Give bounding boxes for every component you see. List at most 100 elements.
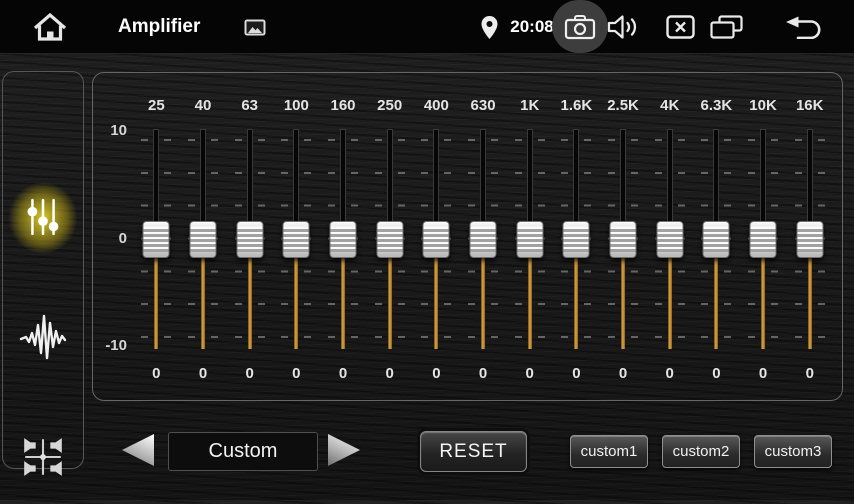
band-freq-label: 25 — [133, 97, 180, 114]
eq-band: 2.5K 0 — [600, 73, 647, 400]
eq-slider[interactable] — [373, 129, 407, 349]
eq-slider[interactable] — [279, 129, 313, 349]
home-button[interactable] — [30, 11, 70, 42]
eq-slider-knob[interactable] — [750, 221, 777, 258]
status-bar: Amplifier 20:08 — [0, 0, 854, 54]
eq-band: 100 0 — [273, 73, 320, 400]
eq-slider[interactable] — [793, 129, 827, 349]
eq-band: 160 0 — [320, 73, 367, 400]
band-value-label: 0 — [553, 365, 600, 382]
eq-slider[interactable] — [326, 129, 360, 349]
band-value-label: 0 — [600, 365, 647, 382]
band-freq-label: 400 — [413, 97, 460, 114]
sidebar-item-equalizer[interactable] — [3, 172, 83, 264]
gain-scale: 10 0 -10 — [93, 73, 133, 400]
scale-label-zero: 0 — [93, 230, 127, 248]
eq-slider-knob[interactable] — [796, 221, 823, 258]
eq-slider[interactable] — [559, 129, 593, 349]
eq-slider[interactable] — [513, 129, 547, 349]
eq-band: 6.3K 0 — [693, 73, 740, 400]
eq-slider-knob[interactable] — [563, 221, 590, 258]
band-value-label: 0 — [366, 365, 413, 382]
wallpaper-button[interactable] — [243, 19, 267, 36]
band-freq-label: 40 — [180, 97, 227, 114]
eq-slider[interactable] — [653, 129, 687, 349]
eq-slider-knob[interactable] — [610, 221, 637, 258]
close-app-button[interactable] — [665, 15, 695, 39]
band-freq-label: 1K — [506, 97, 553, 114]
band-freq-label: 2.5K — [600, 97, 647, 114]
eq-band: 4K 0 — [646, 73, 693, 400]
eq-slider-knob[interactable] — [516, 221, 543, 258]
eq-band: 16K 0 — [786, 73, 833, 400]
back-button[interactable] — [784, 16, 824, 39]
band-value-label: 0 — [180, 365, 227, 382]
band-value-label: 0 — [320, 365, 367, 382]
preset-selector[interactable]: Custom — [168, 432, 318, 471]
custom2-preset-button[interactable]: custom2 — [662, 435, 740, 468]
band-value-label: 0 — [506, 365, 553, 382]
eq-band: 400 0 — [413, 73, 460, 400]
eq-bands: 25 0 40 0 63 — [133, 73, 833, 400]
eq-slider-knob[interactable] — [470, 221, 497, 258]
scale-label-min: -10 — [93, 337, 127, 355]
band-freq-label: 16K — [786, 97, 833, 114]
volume-button[interactable] — [606, 15, 642, 39]
eq-band: 1K 0 — [506, 73, 553, 400]
band-value-label: 0 — [646, 365, 693, 382]
band-value-label: 0 — [786, 365, 833, 382]
eq-slider[interactable] — [699, 129, 733, 349]
speaker-balance-icon — [20, 434, 66, 483]
eq-band: 63 0 — [226, 73, 273, 400]
eq-slider[interactable] — [186, 129, 220, 349]
eq-slider-knob[interactable] — [423, 221, 450, 258]
eq-band: 630 0 — [460, 73, 507, 400]
gallery-icon — [244, 19, 266, 36]
equalizer-panel: 10 0 -10 25 0 40 0 63 — [92, 72, 843, 401]
sidebar-item-sound-effect[interactable] — [3, 292, 83, 384]
band-freq-label: 63 — [226, 97, 273, 114]
eq-slider-knob[interactable] — [703, 221, 730, 258]
preset-next-button[interactable] — [328, 434, 360, 466]
recent-apps-icon — [710, 15, 743, 39]
eq-slider-knob[interactable] — [190, 221, 217, 258]
eq-slider-knob[interactable] — [330, 221, 357, 258]
eq-slider[interactable] — [139, 129, 173, 349]
eq-band: 40 0 — [180, 73, 227, 400]
scale-label-max: 10 — [93, 122, 127, 140]
eq-band: 25 0 — [133, 73, 180, 400]
equalizer-sliders-icon — [25, 198, 61, 239]
custom1-preset-button[interactable]: custom1 — [570, 435, 648, 468]
close-icon — [666, 15, 695, 39]
band-freq-label: 100 — [273, 97, 320, 114]
eq-slider-knob[interactable] — [283, 221, 310, 258]
custom3-preset-button[interactable]: custom3 — [754, 435, 832, 468]
band-value-label: 0 — [740, 365, 787, 382]
eq-slider-knob[interactable] — [236, 221, 263, 258]
band-freq-label: 1.6K — [553, 97, 600, 114]
page-title: Amplifier — [118, 0, 200, 53]
recent-apps-button[interactable] — [709, 15, 743, 39]
eq-slider-knob[interactable] — [656, 221, 683, 258]
reset-button[interactable]: RESET — [420, 431, 527, 472]
band-freq-label: 160 — [320, 97, 367, 114]
band-freq-label: 4K — [646, 97, 693, 114]
band-value-label: 0 — [413, 365, 460, 382]
eq-slider[interactable] — [746, 129, 780, 349]
eq-slider[interactable] — [233, 129, 267, 349]
sidebar-item-speaker-balance[interactable] — [3, 412, 83, 504]
back-icon — [785, 16, 824, 39]
band-freq-label: 630 — [460, 97, 507, 114]
eq-band: 1.6K 0 — [553, 73, 600, 400]
eq-slider[interactable] — [419, 129, 453, 349]
volume-icon — [607, 15, 641, 39]
eq-slider[interactable] — [466, 129, 500, 349]
preset-prev-button[interactable] — [122, 434, 154, 466]
eq-slider-knob[interactable] — [143, 221, 170, 258]
band-value-label: 0 — [226, 365, 273, 382]
band-value-label: 0 — [460, 365, 507, 382]
screenshot-button[interactable] — [552, 0, 608, 53]
eq-slider[interactable] — [606, 129, 640, 349]
band-freq-label: 250 — [366, 97, 413, 114]
eq-slider-knob[interactable] — [376, 221, 403, 258]
